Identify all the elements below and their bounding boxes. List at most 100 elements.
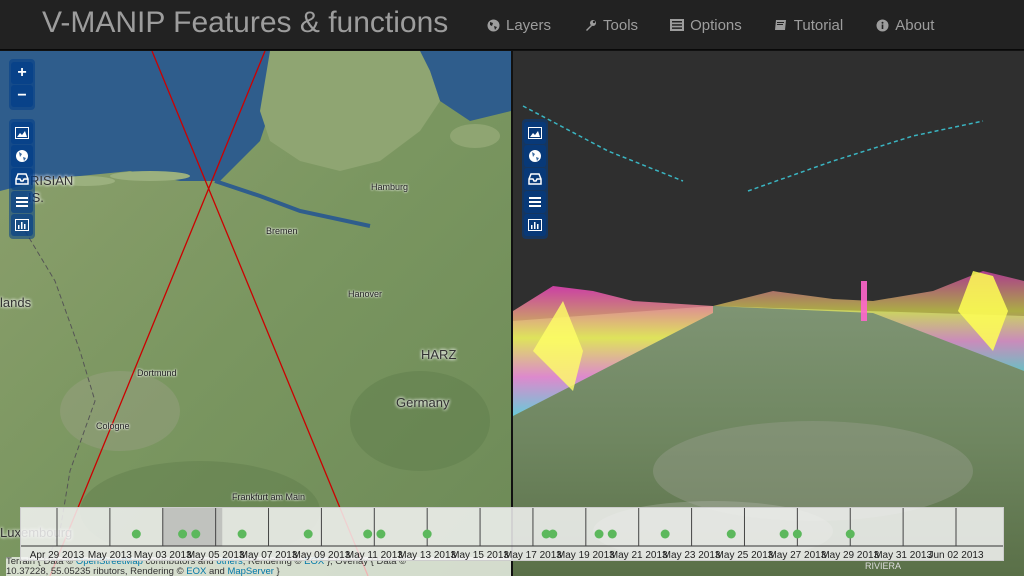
timeline-event-dot[interactable] [191,529,201,539]
zoom-controls: + − [9,59,35,110]
globe-button[interactable] [524,145,546,167]
globe-icon [486,18,500,32]
timeline-tick-label: May 13 2013 [398,550,456,561]
nav-item-tutorial[interactable]: Tutorial [758,0,859,50]
eox-link[interactable]: EOX [186,566,206,576]
timeline-event-dot[interactable] [237,529,247,539]
timeline-event-dot[interactable] [131,529,141,539]
book-icon [774,18,788,32]
map-label-dortmund: Dortmund [137,368,177,378]
timeline-tick-label: May 2013 [88,550,132,561]
nav-item-layers[interactable]: Layers [470,0,567,50]
wrench-icon [583,18,597,32]
image-icon [15,127,29,139]
layers-button[interactable] [11,191,33,213]
inbox-button[interactable] [524,168,546,190]
nav-item-options[interactable]: Options [654,0,758,50]
timeline-tick-label: May 27 2013 [768,550,826,561]
map-label-lands: lands [0,295,32,310]
timeline-canvas[interactable]: Apr 29 2013 May 2013 May 03 2013May 05 201… [21,508,1004,561]
attribution-text: } [273,565,280,576]
mouse-coordinates: 10.37228, 55.05235 [6,565,94,576]
timeline-tick-label: May 09 2013 [292,550,350,561]
map-label-hanover: Hanover [348,289,383,299]
inbox-icon [15,173,29,185]
timeline-event-dot[interactable] [363,529,373,539]
attribution-line-2: 10.37228, 55.05235 ributors, Rendering ©… [6,565,511,576]
map-label-frankfurt: Frankfurt am Main [232,492,306,502]
timeline-tick-label: May 17 2013 [504,550,562,561]
map-2d[interactable]: FRISIAN IS. Hamburg Bremen Hanover lands… [0,51,511,576]
timeline-event-dot[interactable] [779,529,789,539]
timeline-tick-label: May 19 2013 [557,550,615,561]
globe-button[interactable] [11,145,33,167]
timeline-event-dot[interactable] [607,529,617,539]
inbox-icon [528,173,542,185]
timeline-tick-label: Apr 29 2013 [30,550,85,561]
info-icon [875,18,889,32]
map-label-hamburg: Hamburg [371,182,409,192]
nav-label: About [895,16,935,34]
globe-icon [16,150,28,162]
time-slider[interactable]: Apr 29 2013 May 2013 May 03 2013 May 05 201… [20,507,1004,561]
mapserver-link[interactable]: MapServer [227,566,273,576]
timeline-tick-label: May 25 2013 [716,550,774,561]
timeline-tick-label: May 29 2013 [821,550,879,561]
zoom-in-button[interactable]: + [11,62,33,84]
chart-button[interactable] [524,214,546,236]
map-label-harz: HARZ [421,347,457,362]
map-label-germany: Germany [396,395,450,410]
timeline-tick-label: May 05 2013 [187,550,245,561]
image-icon [528,127,542,139]
bar-chart-icon [528,219,542,231]
nav-item-tools[interactable]: Tools [567,0,654,50]
globe-terrain [513,51,1024,576]
map-tools-right [522,119,548,239]
nav-label: Layers [506,16,552,34]
nav-menu: Layers Tools Options Tutorial About [470,0,950,50]
inbox-button[interactable] [11,168,33,190]
timeline-tick-label: May 07 2013 [240,550,298,561]
map-tools-left [9,119,35,239]
nav-label: Options [690,16,742,34]
attribution-text: ributors, Rendering © [93,565,187,576]
bar-chart-icon [15,219,29,231]
chart-button[interactable] [11,214,33,236]
timeline-selection[interactable] [162,508,223,546]
timeline-tick-label: Jun 02 2013 [928,550,983,561]
nav-label: Tutorial [793,16,844,34]
timeline-tick-label: May 21 2013 [610,550,668,561]
list-icon [16,197,28,207]
timeline-tick-label: May 11 2013 [346,550,404,561]
globe-3d-view[interactable]: RIVIERA [513,51,1024,576]
timeline-event-dot[interactable] [726,529,736,539]
timeline-event-dot[interactable] [422,529,432,539]
timeline-tick-label: May 23 2013 [663,550,721,561]
globe-label-riviera: RIVIERA [865,561,902,571]
nav-label: Tools [603,16,639,34]
timeline-event-dot[interactable] [594,529,604,539]
attribution-text: and [206,565,228,576]
timeline-event-dot[interactable] [792,529,802,539]
timeline-event-dot[interactable] [845,529,855,539]
timeline-tick-label: May 31 2013 [874,550,932,561]
nav-item-about[interactable]: About [859,0,950,50]
timeline-tick-label: May 03 2013 [134,550,192,561]
image-button[interactable] [11,122,33,144]
timeline-event-dot[interactable] [303,529,313,539]
navbar: V-MANIP Features & functions Layers Tool… [0,0,1024,50]
timeline-event-dot[interactable] [178,529,188,539]
map-label-bremen: Bremen [266,226,298,236]
timeline-tick-label: May 15 2013 [451,550,509,561]
list-icon [529,197,541,207]
timeline-event-dot[interactable] [548,529,558,539]
list-icon [670,18,685,32]
timeline-event-dot[interactable] [376,529,386,539]
app-title[interactable]: V-MANIP Features & functions [42,6,448,40]
globe-icon [529,150,541,162]
image-button[interactable] [524,122,546,144]
timeline-event-dot[interactable] [660,529,670,539]
layers-button[interactable] [524,191,546,213]
zoom-out-button[interactable]: − [11,85,33,107]
map-label-cologne: Cologne [96,421,130,431]
